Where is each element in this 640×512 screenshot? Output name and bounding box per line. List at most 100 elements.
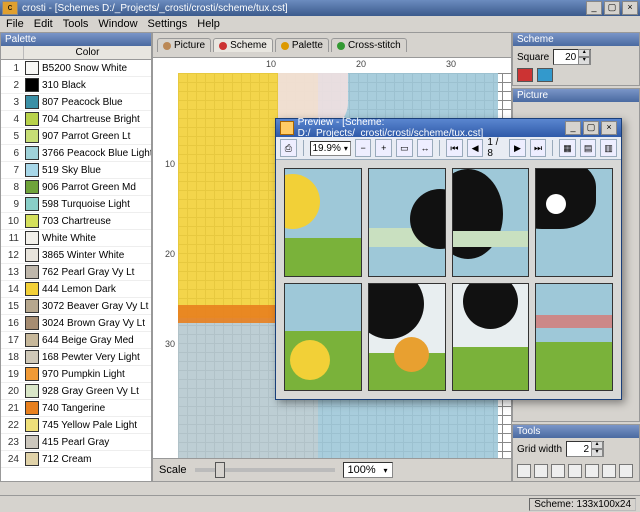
preview-minimize[interactable]: _	[565, 121, 581, 135]
palette-row[interactable]: 22745 Yellow Pale Light	[1, 417, 151, 434]
palette-row[interactable]: 63766 Peacock Blue Light	[1, 145, 151, 162]
preview-thumb[interactable]	[368, 168, 446, 277]
palette-row[interactable]: 8906 Parrot Green Md	[1, 179, 151, 196]
page-prev-icon[interactable]: ◀	[467, 139, 484, 157]
print-icon[interactable]: ⎙	[280, 139, 297, 157]
preview-thumb[interactable]	[284, 168, 362, 277]
menu-tools[interactable]: Tools	[63, 18, 89, 30]
palette-list[interactable]: 1B5200 Snow White2310 Black3807 Peacock …	[1, 60, 151, 481]
maximize-button[interactable]: ▢	[604, 1, 620, 15]
preview-thumb[interactable]	[452, 283, 530, 392]
zoom-in-icon[interactable]: +	[375, 139, 392, 157]
preview-thumb[interactable]	[284, 283, 362, 392]
tool-icon[interactable]	[534, 464, 548, 478]
menu-edit[interactable]: Edit	[34, 18, 53, 30]
window-titlebar: c crosti - [Schemes D:/_Projects/_crosti…	[0, 0, 640, 16]
tool-icon[interactable]	[551, 464, 565, 478]
palette-row-label: 598 Turquoise Light	[42, 199, 151, 210]
preview-thumb[interactable]	[452, 168, 530, 277]
fit-page-icon[interactable]: ▭	[396, 139, 413, 157]
preview-zoom-box[interactable]: 19.9%▾	[310, 141, 351, 156]
scale-slider-thumb[interactable]	[215, 462, 225, 478]
tool-icon[interactable]	[585, 464, 599, 478]
tab-picture[interactable]: Picture	[157, 38, 211, 52]
menu-file[interactable]: File	[6, 18, 24, 30]
palette-row-label: 745 Yellow Pale Light	[42, 420, 151, 431]
menu-help[interactable]: Help	[197, 18, 220, 30]
palette-row-label: 415 Pearl Gray	[42, 437, 151, 448]
square-spinner[interactable]: ▴▾	[578, 49, 590, 65]
minimize-button[interactable]: _	[586, 1, 602, 15]
palette-row[interactable]: 1B5200 Snow White	[1, 60, 151, 77]
palette-row[interactable]: 14444 Lemon Dark	[1, 281, 151, 298]
page-first-icon[interactable]: ⏮	[446, 139, 463, 157]
preview-titlebar[interactable]: Preview - [Scheme: D:/_Projects/_crosti/…	[276, 119, 621, 137]
preview-zoom-value: 19.9%	[313, 143, 341, 154]
palette-row[interactable]: 13762 Pearl Gray Vy Lt	[1, 264, 151, 281]
color-swatch-icon-2[interactable]	[537, 68, 553, 82]
palette-row[interactable]: 21740 Tangerine	[1, 400, 151, 417]
palette-row[interactable]: 163024 Brown Gray Vy Lt	[1, 315, 151, 332]
color-swatch-icon[interactable]	[517, 68, 533, 82]
palette-row[interactable]: 20928 Gray Green Vy Lt	[1, 383, 151, 400]
palette-row[interactable]: 11White White	[1, 230, 151, 247]
tab-palette[interactable]: Palette	[275, 38, 329, 52]
palette-row[interactable]: 123865 Winter White	[1, 247, 151, 264]
thumbs-2-icon[interactable]: ▤	[580, 139, 597, 157]
palette-row[interactable]: 24712 Cream	[1, 451, 151, 468]
thumbs-1-icon[interactable]: ▦	[559, 139, 576, 157]
palette-swatch	[25, 418, 39, 432]
close-button[interactable]: ×	[622, 1, 638, 15]
scale-value-box[interactable]: 100%▾	[343, 462, 393, 478]
tab-scheme[interactable]: Scheme	[213, 38, 273, 52]
zoom-out-icon[interactable]: −	[355, 139, 372, 157]
menu-settings[interactable]: Settings	[148, 18, 188, 30]
palette-row[interactable]: 19970 Pumpkin Light	[1, 366, 151, 383]
palette-swatch	[25, 78, 39, 92]
gridwidth-spinner[interactable]: ▴▾	[591, 441, 603, 457]
status-scheme-size: Scheme: 133x100x24	[529, 498, 636, 511]
palette-row-label: 3766 Peacock Blue Light	[42, 148, 151, 159]
page-last-icon[interactable]: ⏭	[530, 139, 547, 157]
tool-icon[interactable]	[568, 464, 582, 478]
tool-icon[interactable]	[602, 464, 616, 478]
tools-section: Tools Grid width 2▴▾	[512, 424, 640, 482]
gridwidth-label: Grid width	[517, 444, 562, 455]
palette-row-label: 906 Parrot Green Md	[42, 182, 151, 193]
tool-icon[interactable]	[517, 464, 531, 478]
preview-toolbar: ⎙ 19.9%▾ − + ▭ ↔ ⏮ ◀ 1 / 8 ▶ ⏭ ▦ ▤ ▥	[276, 137, 621, 160]
gridwidth-input[interactable]: 2▴▾	[566, 441, 604, 457]
tab-picture-label: Picture	[174, 40, 205, 51]
palette-row[interactable]: 153072 Beaver Gray Vy Lt	[1, 298, 151, 315]
palette-row-label: 907 Parrot Green Lt	[42, 131, 151, 142]
palette-row[interactable]: 18168 Pewter Very Light	[1, 349, 151, 366]
preview-window[interactable]: Preview - [Scheme: D:/_Projects/_crosti/…	[275, 118, 622, 400]
palette-row[interactable]: 2310 Black	[1, 77, 151, 94]
palette-row-index: 19	[1, 369, 22, 380]
page-next-icon[interactable]: ▶	[509, 139, 526, 157]
preview-thumb[interactable]	[368, 283, 446, 392]
tab-crossstitch[interactable]: Cross-stitch	[331, 38, 407, 52]
palette-row[interactable]: 3807 Peacock Blue	[1, 94, 151, 111]
square-input[interactable]: 20▴▾	[553, 49, 591, 65]
palette-row-index: 5	[1, 131, 22, 142]
palette-row[interactable]: 23415 Pearl Gray	[1, 434, 151, 451]
preview-close[interactable]: ×	[601, 121, 617, 135]
fit-width-icon[interactable]: ↔	[417, 139, 434, 157]
picture-section-title: Picture	[513, 89, 639, 102]
palette-row[interactable]: 9598 Turquoise Light	[1, 196, 151, 213]
preview-thumb[interactable]	[535, 168, 613, 277]
palette-row[interactable]: 7519 Sky Blue	[1, 162, 151, 179]
scale-slider[interactable]	[195, 468, 335, 472]
preview-thumb[interactable]	[535, 283, 613, 392]
preview-maximize[interactable]: ▢	[583, 121, 599, 135]
tool-icon[interactable]	[619, 464, 633, 478]
palette-row[interactable]: 5 907 Parrot Green Lt	[1, 128, 151, 145]
preview-page: 1 / 8	[487, 137, 505, 159]
menu-window[interactable]: Window	[98, 18, 137, 30]
palette-row[interactable]: 4704 Chartreuse Bright	[1, 111, 151, 128]
palette-row-index: 11	[1, 233, 22, 244]
palette-row[interactable]: 10703 Chartreuse	[1, 213, 151, 230]
palette-row[interactable]: 17644 Beige Gray Med	[1, 332, 151, 349]
thumbs-4-icon[interactable]: ▥	[600, 139, 617, 157]
